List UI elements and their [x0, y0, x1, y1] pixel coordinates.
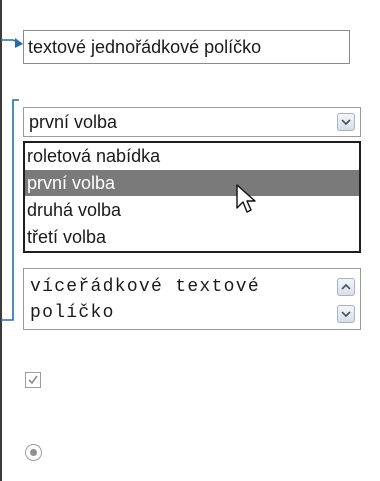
dropdown-list[interactable]: roletová nabídka první volba druhá volba…: [23, 141, 361, 253]
textarea-line: víceřádkové textové: [30, 277, 260, 297]
checkmark-icon: [28, 375, 38, 385]
select-arrow-button[interactable]: [337, 113, 355, 131]
radio-button[interactable]: [25, 444, 42, 461]
dropdown-option-selected[interactable]: první volba: [25, 170, 359, 196]
dropdown-option[interactable]: třetí volba: [25, 224, 359, 250]
arrow-head: [15, 38, 23, 48]
single-line-text-field[interactable]: textové jednořádkové políčko: [23, 30, 350, 64]
text-field-value: textové jednořádkové políčko: [28, 37, 262, 57]
scroll-down-button[interactable]: [337, 305, 355, 323]
radio-dot: [30, 449, 37, 456]
select-dropdown[interactable]: první volba: [23, 107, 361, 137]
chevron-up-icon: [341, 283, 351, 290]
multi-line-textarea[interactable]: víceřádkové textové políčko: [23, 268, 361, 330]
bracket-connector: [1, 99, 19, 321]
chevron-down-icon: [341, 311, 351, 318]
checkbox[interactable]: [25, 372, 41, 388]
select-value: první volba: [29, 112, 118, 132]
chevron-down-icon: [341, 119, 351, 126]
textarea-line: políčko: [30, 303, 115, 323]
mouse-pointer-icon: [236, 184, 256, 213]
scroll-up-button[interactable]: [337, 278, 355, 296]
dropdown-option[interactable]: druhá volba: [25, 197, 359, 223]
dropdown-option[interactable]: roletová nabídka: [25, 143, 359, 169]
